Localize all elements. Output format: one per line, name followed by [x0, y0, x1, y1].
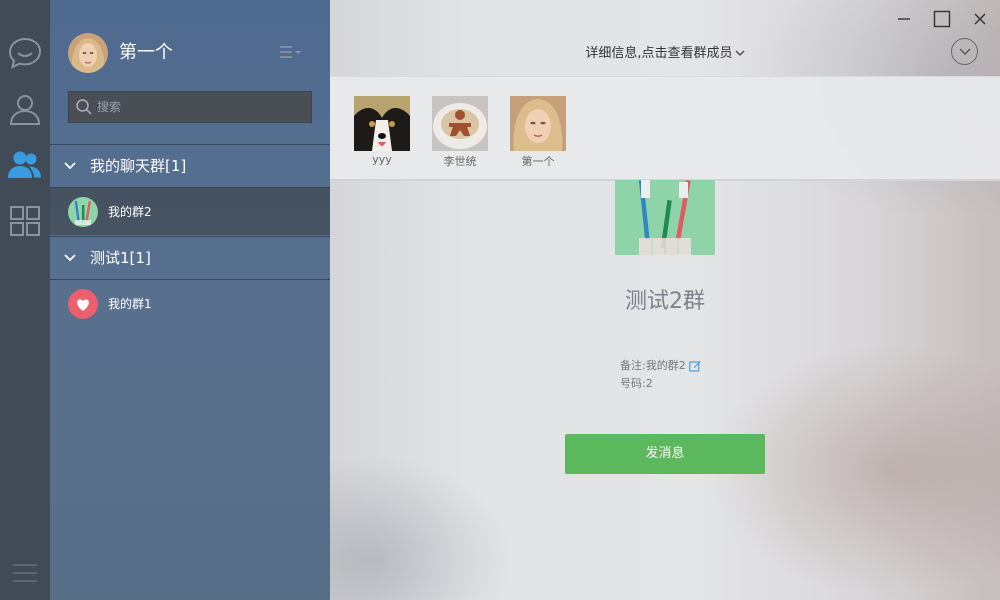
detail-header-title: 详细信息,点击查看群成员	[585, 46, 733, 61]
chat-nav-button[interactable]	[5, 33, 45, 73]
chat-bubble-icon	[8, 37, 42, 69]
group-header-label: 测试1[1]	[90, 249, 151, 267]
edit-icon[interactable]	[688, 360, 701, 372]
group-people-icon	[8, 151, 41, 178]
group-header-label: 我的聊天群[1]	[90, 157, 187, 175]
group-avatar	[68, 196, 98, 227]
panel-menu-button[interactable]	[276, 42, 304, 62]
list-item-name: 我的群1	[108, 297, 152, 311]
close-icon	[974, 13, 986, 25]
number-value: 2	[645, 377, 653, 390]
hamburger-menu-icon	[13, 564, 37, 582]
group-info: 备注: 我的群2 号码: 2	[620, 357, 701, 393]
chevron-down-icon	[959, 48, 970, 55]
collapse-members-button[interactable]	[951, 38, 978, 65]
list-item-name: 我的群2	[108, 205, 152, 219]
chevron-down-icon	[64, 253, 76, 261]
member-name: yyy	[372, 153, 392, 166]
maximize-button[interactable]	[931, 8, 953, 30]
contacts-nav-button[interactable]	[5, 89, 45, 129]
member-item[interactable]: yyy	[354, 96, 410, 166]
contact-person-icon	[9, 95, 41, 125]
search-box	[68, 91, 312, 123]
chevron-down-icon	[735, 50, 745, 56]
member-avatar	[354, 96, 410, 151]
group-avatar	[68, 288, 98, 319]
chevron-down-icon	[64, 161, 76, 169]
group-header-my-chat-groups[interactable]: 我的聊天群[1]	[50, 144, 330, 186]
contact-panel: 第一个 我的聊天群[1] 我的群2	[50, 0, 330, 600]
group-title: 测试2群	[625, 289, 705, 314]
remark-value: 我的群2	[645, 359, 686, 372]
groups-nav-button[interactable]	[5, 145, 45, 185]
member-name: 李世统	[443, 155, 477, 168]
member-avatar	[432, 96, 488, 151]
member-item[interactable]: 李世统	[432, 96, 488, 169]
main-menu-button[interactable]	[5, 553, 45, 593]
remark-label: 备注:	[620, 359, 646, 372]
member-item[interactable]: 第一个	[510, 96, 566, 169]
list-item[interactable]: 我的群2	[50, 187, 330, 235]
search-input[interactable]	[97, 92, 307, 122]
maximize-icon	[933, 10, 951, 28]
group-header-test1[interactable]: 测试1[1]	[50, 236, 330, 278]
apps-nav-button[interactable]	[5, 201, 45, 241]
member-avatar	[510, 96, 566, 151]
send-message-button[interactable]: 发消息	[565, 434, 765, 474]
close-button[interactable]	[969, 8, 991, 30]
nav-rail	[0, 0, 50, 600]
number-label: 号码:	[620, 377, 646, 390]
minimize-button[interactable]	[893, 8, 915, 30]
group-detail-pane: 详细信息,点击查看群成员 yyy 李世统 第一个 测试2群 备注: 我的群2 号…	[330, 0, 1000, 600]
group-avatar-large	[615, 180, 715, 255]
detail-header[interactable]: 详细信息,点击查看群成员	[330, 42, 1000, 61]
profile-name: 第一个	[119, 42, 173, 63]
minimize-icon	[898, 18, 910, 20]
member-list: yyy 李世统 第一个	[330, 76, 1000, 181]
member-name: 第一个	[521, 155, 555, 168]
list-item[interactable]: 我的群1	[50, 279, 330, 327]
apps-grid-icon	[10, 206, 40, 236]
profile-avatar[interactable]	[68, 33, 108, 73]
list-menu-icon	[280, 46, 301, 58]
search-icon	[76, 99, 92, 115]
